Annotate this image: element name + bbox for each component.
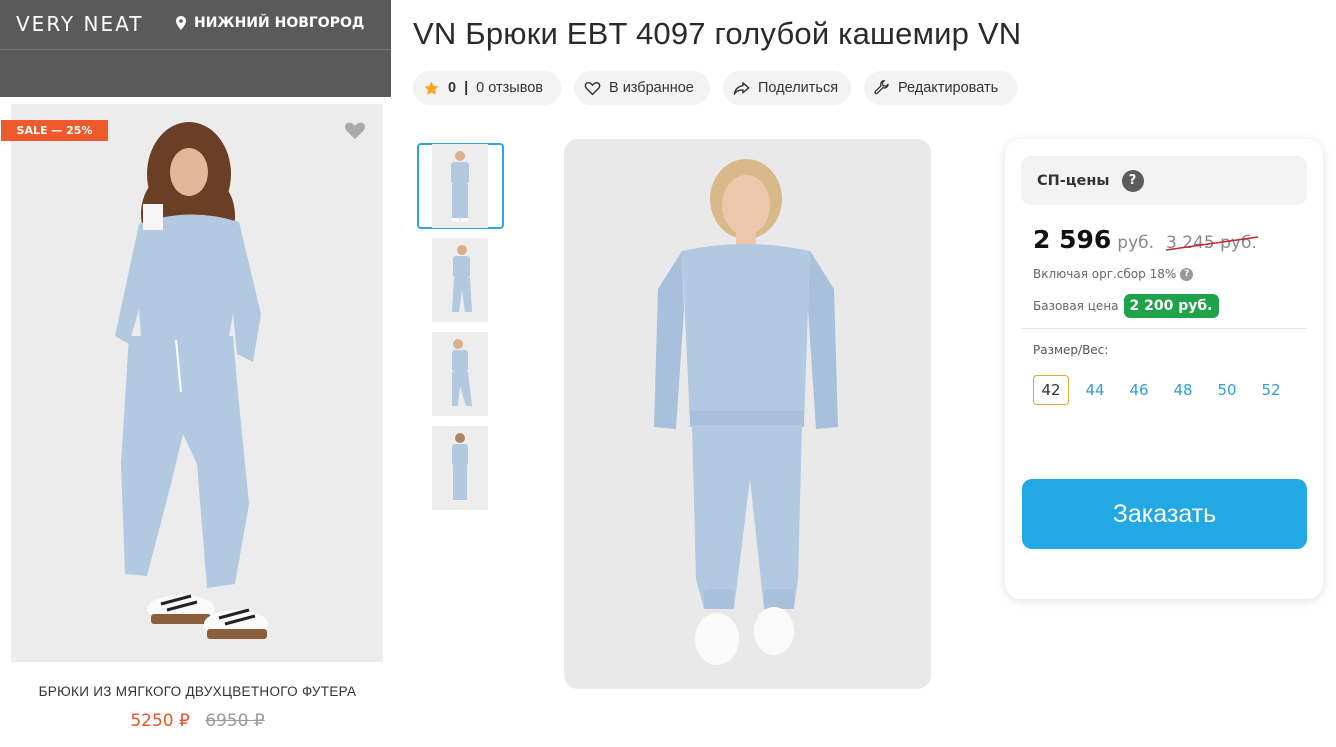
order-button[interactable]: Заказать (1022, 479, 1307, 549)
help-icon[interactable]: ? (1121, 169, 1144, 192)
ad-product-photo[interactable] (11, 104, 383, 662)
advertisement-panel[interactable]: VERY NEAT НИЖНИЙ НОВГОРОД SALE — 25% БРЮ… (0, 0, 391, 747)
location-pin-icon (176, 16, 186, 30)
current-price: 2 596 (1033, 225, 1112, 254)
currency-label: руб. (1117, 233, 1155, 253)
heart-icon[interactable] (344, 120, 366, 140)
rating-chip[interactable]: 0 | 0 отзывов (413, 71, 561, 105)
reviews-count: 0 отзывов (476, 80, 543, 96)
share-label: Поделиться (758, 80, 839, 96)
price-row: 2 596 руб. 3 245 руб. (1033, 225, 1259, 254)
favorite-label: В избранное (609, 80, 694, 96)
ad-price-new: 5250 ₽ (130, 711, 190, 731)
star-icon (424, 80, 439, 95)
price-card: СП-цены ? 2 596 руб. 3 245 руб. Включая … (1005, 139, 1323, 599)
model-main-illustration (564, 139, 931, 689)
base-price-row: Базовая цена 2 200 руб. (1033, 294, 1219, 318)
sp-prices-title: СП-цены (1037, 172, 1110, 189)
product-title: VN Брюки EBT 4097 голубой кашемир VN (413, 16, 1022, 51)
sale-badge: SALE — 25% (1, 120, 108, 141)
size-option-46[interactable]: 46 (1121, 375, 1157, 405)
thumbnail-3[interactable] (432, 332, 488, 416)
wrench-icon (874, 80, 889, 95)
strikethrough-line (1165, 236, 1259, 251)
city-selector[interactable]: НИЖНИЙ НОВГОРОД (176, 15, 364, 31)
city-label: НИЖНИЙ НОВГОРОД (194, 15, 365, 31)
rating-value: 0 (448, 80, 457, 96)
share-icon (733, 81, 750, 95)
main-product-image[interactable] (564, 139, 931, 689)
size-option-52[interactable]: 52 (1253, 375, 1289, 405)
ad-price-old: 6950 ₽ (205, 711, 265, 731)
ad-product-title[interactable]: БРЮКИ ИЗ МЯГКОГО ДВУХЦВЕТНОГО ФУТЕРА (0, 684, 395, 699)
fee-help-icon[interactable]: ? (1180, 267, 1194, 281)
thumbnail-4[interactable] (432, 426, 488, 510)
edit-label: Редактировать (898, 80, 999, 96)
edit-button[interactable]: Редактировать (864, 71, 1017, 105)
ad-header: VERY NEAT НИЖНИЙ НОВГОРОД (0, 0, 391, 97)
thumbnail-image (432, 332, 488, 416)
thumbnail-image (432, 426, 488, 510)
old-price: 3 245 руб. (1165, 233, 1259, 253)
thumbnail-image (432, 238, 488, 322)
base-price-label: Базовая цена (1033, 299, 1119, 313)
thumbnail-1[interactable] (432, 144, 488, 228)
org-fee-text: Включая орг.сбор 18% (1033, 267, 1177, 281)
product-actions: 0 | 0 отзывов В избранное Поделиться Ред… (413, 71, 1017, 105)
brand-logo[interactable]: VERY NEAT (16, 12, 143, 36)
sp-prices-header: СП-цены ? (1021, 156, 1307, 205)
thumbnail-2[interactable] (432, 238, 488, 322)
thumbnail-image (432, 144, 488, 228)
card-divider (1021, 328, 1307, 329)
size-label: Размер/Вес: (1033, 343, 1109, 357)
size-option-44[interactable]: 44 (1077, 375, 1113, 405)
share-button[interactable]: Поделиться (723, 71, 851, 105)
size-options: 42 44 46 48 50 52 (1033, 375, 1293, 405)
favorite-button[interactable]: В избранное (574, 71, 710, 105)
ad-prices: 5250 ₽ 6950 ₽ (0, 711, 395, 731)
size-option-48[interactable]: 48 (1165, 375, 1201, 405)
model-photo-illustration (11, 104, 383, 662)
base-price-badge: 2 200 руб. (1123, 294, 1219, 318)
heart-outline-icon (584, 82, 601, 96)
size-option-42[interactable]: 42 (1033, 375, 1069, 405)
rating-separator: | (464, 80, 469, 96)
size-option-50[interactable]: 50 (1209, 375, 1245, 405)
org-fee-note: Включая орг.сбор 18% ? (1033, 267, 1194, 281)
